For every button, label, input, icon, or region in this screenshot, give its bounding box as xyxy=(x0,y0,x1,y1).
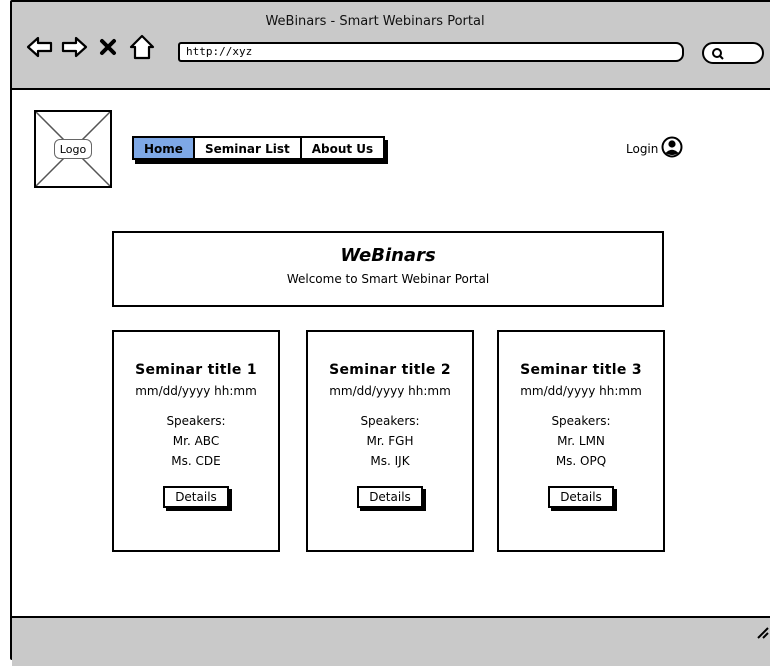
speaker-name: Mr. FGH xyxy=(366,434,414,448)
nav-tab-home[interactable]: Home xyxy=(132,136,195,160)
seminar-title: Seminar title 2 xyxy=(329,362,451,378)
status-bar xyxy=(12,616,770,666)
nav-tab-about-us[interactable]: About Us xyxy=(299,136,386,160)
speakers-label: Speakers: xyxy=(551,414,611,428)
logo-label: Logo xyxy=(54,139,92,159)
speaker-name: Mr. ABC xyxy=(172,434,220,448)
address-bar[interactable]: http://xyz xyxy=(178,42,684,62)
back-icon[interactable] xyxy=(26,33,54,61)
details-button[interactable]: Details xyxy=(357,486,423,508)
seminar-card: Seminar title 1 mm/dd/yyyy hh:mm Speaker… xyxy=(112,330,280,552)
close-icon[interactable] xyxy=(94,33,122,61)
hero-title: WeBinars xyxy=(340,245,436,266)
window-title: WeBinars - Smart Webinars Portal xyxy=(265,14,485,29)
user-avatar-icon[interactable] xyxy=(661,136,683,161)
speaker-name: Ms. CDE xyxy=(171,454,221,468)
seminar-datetime: mm/dd/yyyy hh:mm xyxy=(520,384,642,398)
details-button[interactable]: Details xyxy=(163,486,229,508)
seminar-datetime: mm/dd/yyyy hh:mm xyxy=(329,384,451,398)
seminar-title: Seminar title 3 xyxy=(520,362,642,378)
hero-banner: WeBinars Welcome to Smart Webinar Portal xyxy=(112,231,664,307)
hero-subtitle: Welcome to Smart Webinar Portal xyxy=(286,272,490,286)
seminar-card: Seminar title 2 mm/dd/yyyy hh:mm Speaker… xyxy=(306,330,474,552)
resize-grip-icon[interactable] xyxy=(756,624,770,643)
main-nav: Home Seminar List About Us xyxy=(132,136,386,160)
login-label[interactable]: Login xyxy=(626,142,658,156)
details-button[interactable]: Details xyxy=(548,486,614,508)
speaker-name: Mr. LMN xyxy=(557,434,605,448)
browser-nav-icons xyxy=(26,32,156,62)
browser-toolbar: WeBinars - Smart Webinars Portal http://… xyxy=(12,2,770,90)
browser-window: WeBinars - Smart Webinars Portal http://… xyxy=(10,0,770,666)
seminar-title: Seminar title 1 xyxy=(135,362,257,378)
nav-tab-seminar-list[interactable]: Seminar List xyxy=(192,136,302,160)
seminar-datetime: mm/dd/yyyy hh:mm xyxy=(135,384,257,398)
logo-placeholder: Logo xyxy=(34,110,112,188)
speaker-name: Ms. OPQ xyxy=(555,454,607,468)
speakers-label: Speakers: xyxy=(360,414,420,428)
search-icon[interactable] xyxy=(711,46,725,65)
speakers-label: Speakers: xyxy=(166,414,226,428)
forward-icon[interactable] xyxy=(60,33,88,61)
search-field[interactable] xyxy=(702,42,764,64)
home-icon[interactable] xyxy=(128,33,156,61)
seminar-card: Seminar title 3 mm/dd/yyyy hh:mm Speaker… xyxy=(497,330,665,552)
speaker-name: Ms. IJK xyxy=(370,454,410,468)
login-link[interactable]: Login xyxy=(626,136,683,161)
